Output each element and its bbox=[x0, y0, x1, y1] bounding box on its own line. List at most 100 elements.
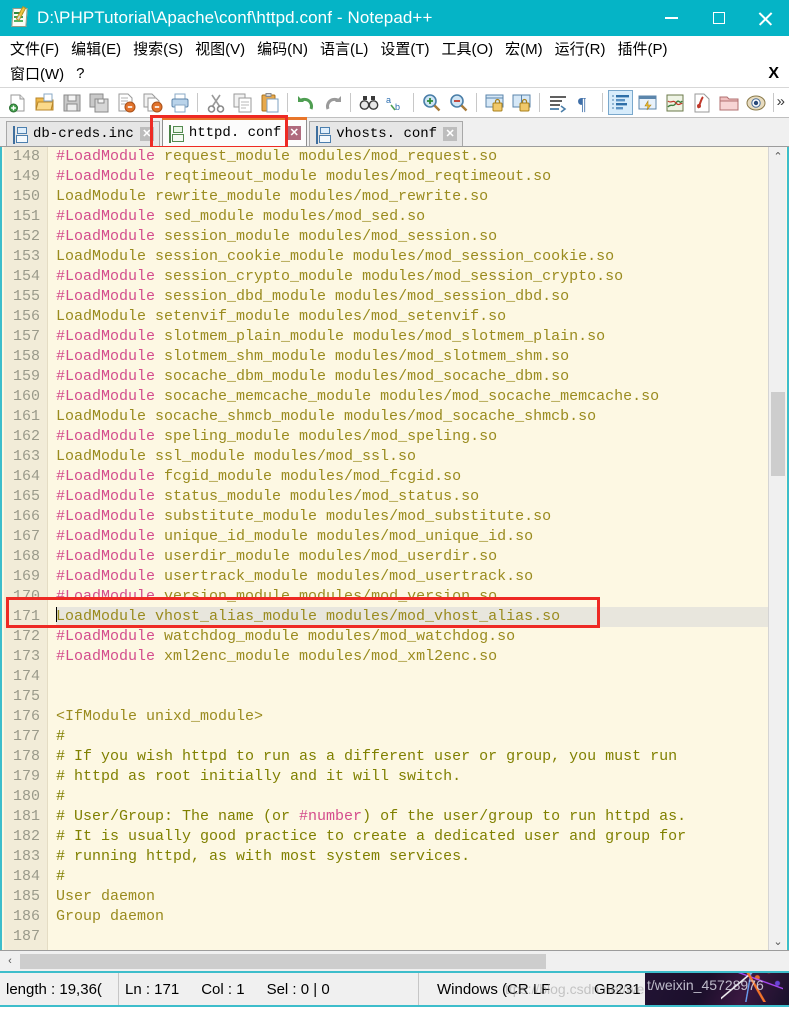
tab-httpd-conf[interactable]: httpd. conf ✕ bbox=[161, 117, 308, 146]
code-line[interactable] bbox=[56, 667, 768, 687]
close-file-icon[interactable] bbox=[113, 90, 138, 115]
horizontal-scrollbar[interactable]: ‹ bbox=[0, 950, 789, 971]
sync-vertical-scroll-icon[interactable] bbox=[482, 90, 507, 115]
code-line[interactable]: # User/Group: The name (or #number) of t… bbox=[56, 807, 768, 827]
toolbar-overflow-button[interactable]: » bbox=[777, 93, 785, 110]
print-icon[interactable] bbox=[167, 90, 192, 115]
code-line[interactable]: #LoadModule socache_dbm_module modules/m… bbox=[56, 367, 768, 387]
redo-icon[interactable] bbox=[320, 90, 345, 115]
sync-horizontal-scroll-icon[interactable] bbox=[509, 90, 534, 115]
copy-icon[interactable] bbox=[230, 90, 255, 115]
code-line[interactable]: #LoadModule fcgid_module modules/mod_fcg… bbox=[56, 467, 768, 487]
menu-encoding[interactable]: 编码(N) bbox=[251, 38, 314, 59]
zoom-in-icon[interactable] bbox=[419, 90, 444, 115]
code-line[interactable]: #LoadModule version_module modules/mod_v… bbox=[56, 587, 768, 607]
code-line[interactable]: LoadModule session_cookie_module modules… bbox=[56, 247, 768, 267]
code-line[interactable]: User daemon bbox=[56, 887, 768, 907]
code-line[interactable]: #LoadModule socache_memcache_module modu… bbox=[56, 387, 768, 407]
menu-language[interactable]: 语言(L) bbox=[314, 38, 374, 59]
tab-db-creds-inc[interactable]: db-creds.inc ✕ bbox=[6, 121, 160, 146]
menu-window[interactable]: 窗口(W) bbox=[4, 63, 70, 84]
code-line[interactable]: #LoadModule unique_id_module modules/mod… bbox=[56, 527, 768, 547]
code-line[interactable] bbox=[56, 687, 768, 707]
menu-file[interactable]: 文件(F) bbox=[4, 38, 65, 59]
editor-area[interactable]: 148 149 150 151 152 153 154 155 156 157 158 159 160 1… bbox=[0, 147, 789, 950]
cut-icon[interactable] bbox=[203, 90, 228, 115]
paste-icon[interactable] bbox=[257, 90, 282, 115]
word-wrap-icon[interactable] bbox=[545, 90, 570, 115]
open-file-icon[interactable] bbox=[32, 90, 57, 115]
monitoring-icon[interactable] bbox=[743, 90, 768, 115]
code-line[interactable]: # httpd as root initially and it will sw… bbox=[56, 767, 768, 787]
code-line[interactable]: #LoadModule slotmem_plain_module modules… bbox=[56, 327, 768, 347]
zoom-out-icon[interactable] bbox=[446, 90, 471, 115]
vertical-scrollbar[interactable]: ⌃ ⌄ bbox=[768, 147, 786, 950]
code-line[interactable]: #LoadModule session_crypto_module module… bbox=[56, 267, 768, 287]
menu-run[interactable]: 运行(R) bbox=[549, 38, 612, 59]
code-line[interactable]: LoadModule setenvif_module modules/mod_s… bbox=[56, 307, 768, 327]
replace-icon[interactable]: a b bbox=[383, 90, 408, 115]
menu-plugins[interactable]: 插件(P) bbox=[611, 38, 673, 59]
undo-icon[interactable] bbox=[293, 90, 318, 115]
close-document-button[interactable]: X bbox=[768, 65, 779, 83]
code-line[interactable]: #LoadModule session_module modules/mod_s… bbox=[56, 227, 768, 247]
menu-search[interactable]: 搜索(S) bbox=[127, 38, 189, 59]
save-all-icon[interactable] bbox=[86, 90, 111, 115]
maximize-button[interactable] bbox=[695, 0, 742, 36]
code-line[interactable]: #LoadModule substitute_module modules/mo… bbox=[56, 507, 768, 527]
menu-help[interactable]: ? bbox=[70, 65, 90, 82]
code-line[interactable]: LoadModule vhost_alias_module modules/mo… bbox=[56, 607, 768, 627]
minimize-button[interactable] bbox=[648, 0, 695, 36]
code-line[interactable]: LoadModule ssl_module modules/mod_ssl.so bbox=[56, 447, 768, 467]
close-button[interactable] bbox=[742, 0, 789, 36]
folder-as-workspace-icon[interactable] bbox=[716, 90, 741, 115]
function-list-icon[interactable] bbox=[689, 90, 714, 115]
code-line[interactable]: Group daemon bbox=[56, 907, 768, 927]
vertical-scrollbar-thumb[interactable] bbox=[771, 392, 785, 476]
indent-guide-icon[interactable] bbox=[608, 90, 633, 115]
scroll-up-arrow-icon[interactable]: ⌃ bbox=[769, 147, 787, 165]
code-line[interactable]: # bbox=[56, 787, 768, 807]
new-file-icon[interactable] bbox=[5, 90, 30, 115]
code-line[interactable]: <IfModule unixd_module> bbox=[56, 707, 768, 727]
menu-settings[interactable]: 设置(T) bbox=[374, 38, 435, 59]
code-line[interactable]: #LoadModule userdir_module modules/mod_u… bbox=[56, 547, 768, 567]
code-line[interactable]: #LoadModule usertrack_module modules/mod… bbox=[56, 567, 768, 587]
code-line[interactable]: #LoadModule request_module modules/mod_r… bbox=[56, 147, 768, 167]
user-defined-language-icon[interactable] bbox=[635, 90, 660, 115]
code-line[interactable]: #LoadModule sed_module modules/mod_sed.s… bbox=[56, 207, 768, 227]
code-line[interactable]: # running httpd, as with most system ser… bbox=[56, 847, 768, 867]
line-number: 153 bbox=[12, 248, 40, 265]
find-icon[interactable] bbox=[356, 90, 381, 115]
menu-tools[interactable]: 工具(O) bbox=[435, 38, 499, 59]
code-line[interactable]: # It is usually good practice to create … bbox=[56, 827, 768, 847]
code-line[interactable]: #LoadModule watchdog_module modules/mod_… bbox=[56, 627, 768, 647]
document-map-icon[interactable] bbox=[662, 90, 687, 115]
code-line[interactable]: LoadModule socache_shmcb_module modules/… bbox=[56, 407, 768, 427]
code-line[interactable]: # bbox=[56, 727, 768, 747]
code-line[interactable]: LoadModule rewrite_module modules/mod_re… bbox=[56, 187, 768, 207]
tab-vhosts-conf[interactable]: vhosts. conf ✕ bbox=[309, 121, 464, 146]
tab-close-icon[interactable]: ✕ bbox=[139, 127, 154, 141]
code-content[interactable]: #LoadModule request_module modules/mod_r… bbox=[48, 147, 768, 950]
code-line[interactable]: #LoadModule reqtimeout_module modules/mo… bbox=[56, 167, 768, 187]
tab-close-icon[interactable]: ✕ bbox=[443, 127, 458, 141]
code-line[interactable]: #LoadModule session_dbd_module modules/m… bbox=[56, 287, 768, 307]
menu-edit[interactable]: 编辑(E) bbox=[65, 38, 127, 59]
code-line[interactable]: #LoadModule slotmem_shm_module modules/m… bbox=[56, 347, 768, 367]
close-all-icon[interactable] bbox=[140, 90, 165, 115]
scroll-left-arrow-icon[interactable]: ‹ bbox=[0, 952, 20, 971]
code-line[interactable]: # If you wish httpd to run as a differen… bbox=[56, 747, 768, 767]
menu-view[interactable]: 视图(V) bbox=[189, 38, 251, 59]
code-line[interactable]: #LoadModule xml2enc_module modules/mod_x… bbox=[56, 647, 768, 667]
show-all-characters-icon[interactable]: ¶ bbox=[572, 90, 597, 115]
code-line[interactable]: #LoadModule status_module modules/mod_st… bbox=[56, 487, 768, 507]
code-line[interactable] bbox=[56, 927, 768, 947]
code-line[interactable]: #LoadModule speling_module modules/mod_s… bbox=[56, 427, 768, 447]
menu-macro[interactable]: 宏(M) bbox=[499, 38, 549, 59]
code-line[interactable]: # bbox=[56, 867, 768, 887]
tab-close-icon[interactable]: ✕ bbox=[287, 126, 302, 140]
scroll-down-arrow-icon[interactable]: ⌄ bbox=[769, 932, 787, 950]
horizontal-scrollbar-thumb[interactable] bbox=[20, 953, 546, 969]
save-icon[interactable] bbox=[59, 90, 84, 115]
